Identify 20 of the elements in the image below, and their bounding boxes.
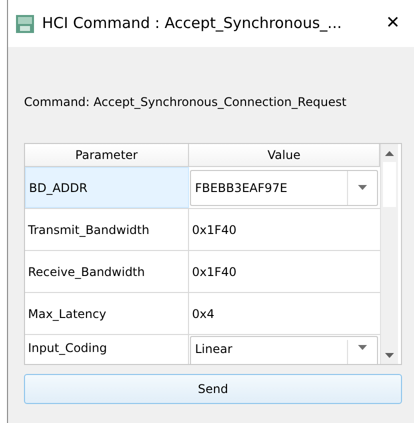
window-title: HCI Command : Accept_Synchronous_...	[42, 13, 343, 34]
scrollbar[interactable]	[380, 144, 398, 364]
parameter-cell[interactable]: Transmit_Bandwidth	[25, 209, 189, 250]
scroll-down-icon[interactable]	[385, 352, 394, 358]
caret-icon	[358, 185, 367, 190]
parameter-cell[interactable]: BD_ADDR	[25, 167, 189, 208]
parameter-cell[interactable]: Max_Latency	[25, 293, 189, 334]
parameter-cell[interactable]: Receive_Bandwidth	[25, 251, 189, 292]
command-label: Command: Accept_Synchronous_Connection_Request	[24, 94, 348, 111]
send-button[interactable]: Send	[24, 374, 402, 404]
caret-icon	[358, 345, 367, 350]
value-cell[interactable]: 0x1F40	[189, 251, 380, 292]
value-dropdown[interactable]: FBEBB3EAF97E	[190, 170, 378, 206]
value-cell[interactable]: 0x4	[189, 293, 380, 334]
value-cell[interactable]: 0x1F40	[189, 209, 380, 250]
value-dropdown[interactable]: Linear	[190, 336, 378, 364]
scroll-up-icon[interactable]	[385, 150, 394, 156]
app-icon	[16, 14, 34, 32]
close-button[interactable]: ✕	[382, 15, 404, 32]
column-header[interactable]: Parameter	[25, 144, 189, 166]
